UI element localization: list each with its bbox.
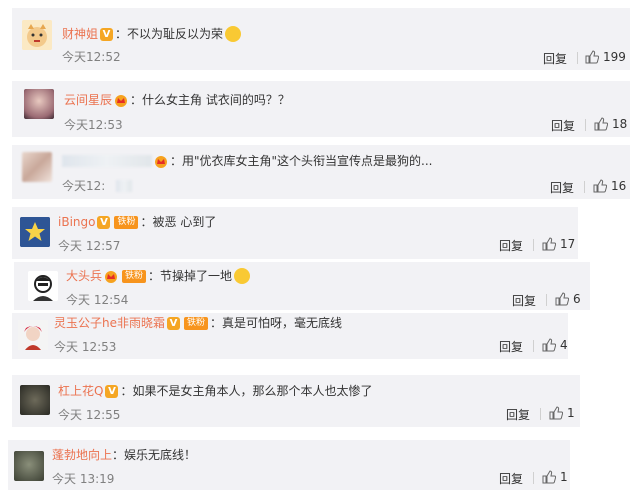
reply-button[interactable]: 回复 [499,470,523,487]
crown-badge-icon [104,270,118,283]
like-count: 199 [603,50,626,64]
avatar[interactable] [20,217,50,247]
comment-text: 不以为耻反以为荣 [127,27,224,41]
divider [585,119,586,131]
avatar[interactable] [28,271,58,301]
comment-card: 灵玉公子he非雨晓霜 V 铁粉 ： 真是可怕呀，毫无底线 今天 12:53 回复… [12,313,568,359]
verified-v-icon: V [100,27,114,41]
thumbs-up-icon [542,470,556,484]
character-avatar-icon [18,320,48,350]
like-count: 6 [573,292,581,306]
username[interactable]: 杠上花Q [58,383,103,399]
like-button[interactable]: 1 [542,470,568,484]
like-button[interactable]: 1 [549,406,575,420]
like-button[interactable]: 199 [585,50,626,64]
comment-text: 如果不是女主角本人，那么那个本人也太惨了 [132,384,373,398]
comment-text: 节操掉了一地 [160,269,233,283]
star-avatar-icon [20,217,50,247]
reply-button[interactable]: 回复 [512,292,536,309]
comment-text: 被恶 心到了 [152,215,217,229]
comment-card: 杠上花Q V ： 如果不是女主角本人，那么那个本人也太惨了 今天 12:55 回… [12,375,580,427]
blurred-username [62,155,152,167]
blurred-time [116,180,132,192]
reply-button[interactable]: 回复 [499,237,523,254]
person-avatar-icon [28,271,58,301]
comment-card: 蓬勃地向上 ： 娱乐无底线！ 今天 13:19 回复 1 [8,440,570,490]
username[interactable]: 灵玉公子he非雨晓霜 [54,315,165,331]
fan-badge: 铁粉 [114,215,139,229]
comment-card: 财神姐 V ： 不以为耻反以为荣 今天12:52 回复 199 [12,8,630,70]
avatar[interactable] [22,152,52,182]
divider [533,340,534,352]
like-button[interactable]: 17 [542,237,575,251]
divider [577,52,578,64]
like-button[interactable]: 6 [555,292,581,306]
crown-badge-icon [114,94,128,107]
comment-text: 娱乐无底线！ [124,448,197,462]
comment-card: iBingo V 铁粉 ： 被恶 心到了 今天 12:57 回复 17 [12,207,578,259]
username[interactable]: 大头兵 [66,268,102,284]
thumbs-up-icon [593,179,607,193]
timestamp: 今天 12:55 [58,408,121,422]
fan-badge: 铁粉 [184,316,209,330]
reply-button[interactable]: 回复 [506,406,530,423]
divider [540,408,541,420]
comment-card: 大头兵 铁粉 ： 节操掉了一地 今天 12:54 回复 6 [14,262,590,310]
comment-card: ： 用"优衣库女主角"这个头衔当宣传点是最狗的... 今天12: 回复 16 [12,145,630,199]
reply-button[interactable]: 回复 [499,338,523,355]
thumbs-up-icon [555,292,569,306]
timestamp: 今天 13:19 [52,472,115,486]
username[interactable]: iBingo [58,214,95,230]
like-button[interactable]: 4 [542,338,568,352]
avatar[interactable] [22,20,52,50]
like-count: 1 [560,470,568,484]
thumbs-up-icon [585,50,599,64]
timestamp: 今天 12:53 [54,340,117,354]
grin-emoji-icon [225,26,242,42]
thumbs-up-icon [542,237,556,251]
like-count: 16 [611,179,627,193]
timestamp: 今天12: [62,179,106,193]
timestamp: 今天 12:57 [58,239,121,253]
fan-badge: 铁粉 [122,269,147,283]
cat-avatar-icon [22,20,52,50]
comment-card: 云间星辰 ： 什么女主角 试衣间的吗？？ 今天12:53 回复 18 [12,81,630,137]
reply-button[interactable]: 回复 [543,50,567,67]
like-count: 4 [560,338,568,352]
avatar[interactable] [20,385,50,415]
reply-button[interactable]: 回复 [551,117,575,134]
timestamp: 今天12:53 [64,118,123,132]
divider [584,181,585,193]
like-button[interactable]: 18 [594,117,627,131]
avatar[interactable] [24,89,54,119]
verified-v-icon: V [97,215,111,229]
like-count: 17 [560,237,576,251]
laugh-emoji-icon [234,268,251,284]
like-count: 18 [612,117,628,131]
like-button[interactable]: 16 [593,179,626,193]
divider [533,239,534,251]
comment-text: 什么女主角 试衣间的吗？？ [142,93,290,107]
timestamp: 今天 12:54 [66,293,129,307]
divider [546,294,547,306]
username[interactable]: 财神姐 [62,26,98,42]
verified-v-icon: V [167,316,180,330]
username[interactable]: 蓬勃地向上 [52,447,112,463]
thumbs-up-icon [594,117,608,131]
avatar[interactable] [14,451,44,481]
verified-v-icon: V [105,384,119,398]
thumbs-up-icon [542,338,556,352]
comment-text: 用"优衣库女主角"这个头衔当宣传点是最狗的... [182,154,433,168]
reply-button[interactable]: 回复 [550,179,574,196]
thumbs-up-icon [549,406,563,420]
timestamp: 今天12:52 [62,50,121,64]
like-count: 1 [567,406,575,420]
divider [533,472,534,484]
avatar[interactable] [18,320,48,350]
crown-badge-icon [154,155,168,168]
username[interactable]: 云间星辰 [64,92,112,108]
comment-text: 真是可怕呀，毫无底线 [222,316,343,330]
